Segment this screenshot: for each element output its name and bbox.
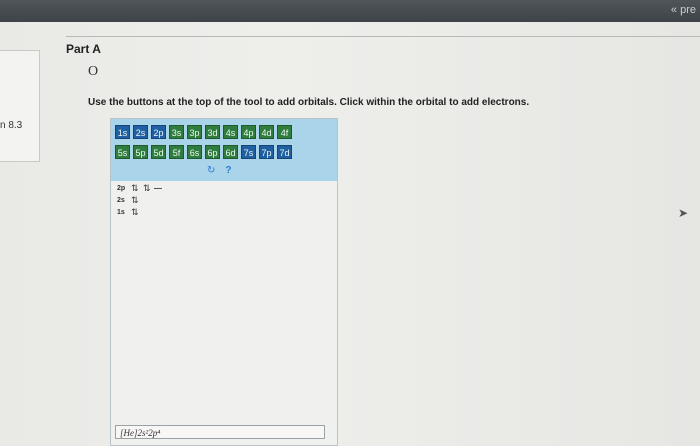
orbital-toolbar: 1s 2s 2p 3s 3p 3d 4s 4p 4d 4f 5s 5p 5d 5…	[111, 119, 337, 181]
part-title[interactable]: Part A	[66, 42, 101, 56]
orbital-button-row-1: 1s 2s 2p 3s 3p 3d 4s 4p 4d 4f	[115, 125, 292, 139]
element-formula: O	[88, 64, 99, 79]
orbital-row-2s[interactable]: 2s ⇅	[117, 195, 140, 206]
orbital-button-4s[interactable]: 4s	[223, 125, 238, 139]
orbital-diagram: 2p ⇅ ⇅ 2s ⇅ 1s ⇅	[117, 183, 327, 243]
orbital-button-1s[interactable]: 1s	[115, 125, 130, 139]
orbital-tool: 1s 2s 2p 3s 3p 3d 4s 4p 4d 4f 5s 5p 5d 5…	[110, 118, 338, 446]
previous-link[interactable]: « pre	[671, 4, 696, 16]
orbital-button-5f[interactable]: 5f	[169, 145, 184, 159]
help-icon[interactable]: ?	[225, 165, 231, 176]
orbital-button-4p[interactable]: 4p	[241, 125, 256, 139]
content-page: n 8.3 Part A O Use the buttons at the to…	[0, 22, 700, 446]
tool-icons: ↻ ?	[207, 165, 232, 176]
section-label: n 8.3	[0, 120, 23, 131]
orbital-button-row-2: 5s 5p 5d 5f 6s 6p 6d 7s 7p 7d	[115, 145, 292, 159]
side-panel	[0, 50, 40, 162]
orbital-button-6p[interactable]: 6p	[205, 145, 220, 159]
orbital-button-2p[interactable]: 2p	[151, 125, 166, 139]
orbital-boxes[interactable]: ⇅	[131, 207, 140, 218]
orbital-label: 1s	[117, 209, 125, 216]
cursor-icon: ➤	[678, 206, 689, 220]
reset-icon[interactable]: ↻	[207, 165, 215, 176]
orbital-button-4d[interactable]: 4d	[259, 125, 274, 139]
divider	[66, 36, 700, 37]
orbital-boxes[interactable]: ⇅ ⇅	[131, 183, 152, 194]
empty-orbital-box[interactable]	[153, 188, 162, 189]
orbital-button-7d[interactable]: 7d	[277, 145, 292, 159]
orbital-button-6s[interactable]: 6s	[187, 145, 202, 159]
orbital-button-3s[interactable]: 3s	[169, 125, 184, 139]
orbital-button-4f[interactable]: 4f	[277, 125, 292, 139]
orbital-button-5p[interactable]: 5p	[133, 145, 148, 159]
orbital-row-2p[interactable]: 2p ⇅ ⇅	[117, 183, 162, 194]
orbital-button-2s[interactable]: 2s	[133, 125, 148, 139]
electron-configuration-field: [He]2s²2p⁴	[115, 425, 325, 439]
top-bar: « pre	[0, 0, 700, 22]
orbital-button-5s[interactable]: 5s	[115, 145, 130, 159]
orbital-button-5d[interactable]: 5d	[151, 145, 166, 159]
instructions: Use the buttons at the top of the tool t…	[88, 97, 530, 108]
orbital-button-3d[interactable]: 3d	[205, 125, 220, 139]
orbital-boxes[interactable]: ⇅	[131, 195, 140, 206]
orbital-button-7p[interactable]: 7p	[259, 145, 274, 159]
orbital-label: 2p	[117, 185, 126, 192]
orbital-button-3p[interactable]: 3p	[187, 125, 202, 139]
orbital-label: 2s	[117, 197, 125, 204]
orbital-row-1s[interactable]: 1s ⇅	[117, 207, 140, 218]
orbital-button-6d[interactable]: 6d	[223, 145, 238, 159]
orbital-button-7s[interactable]: 7s	[241, 145, 256, 159]
